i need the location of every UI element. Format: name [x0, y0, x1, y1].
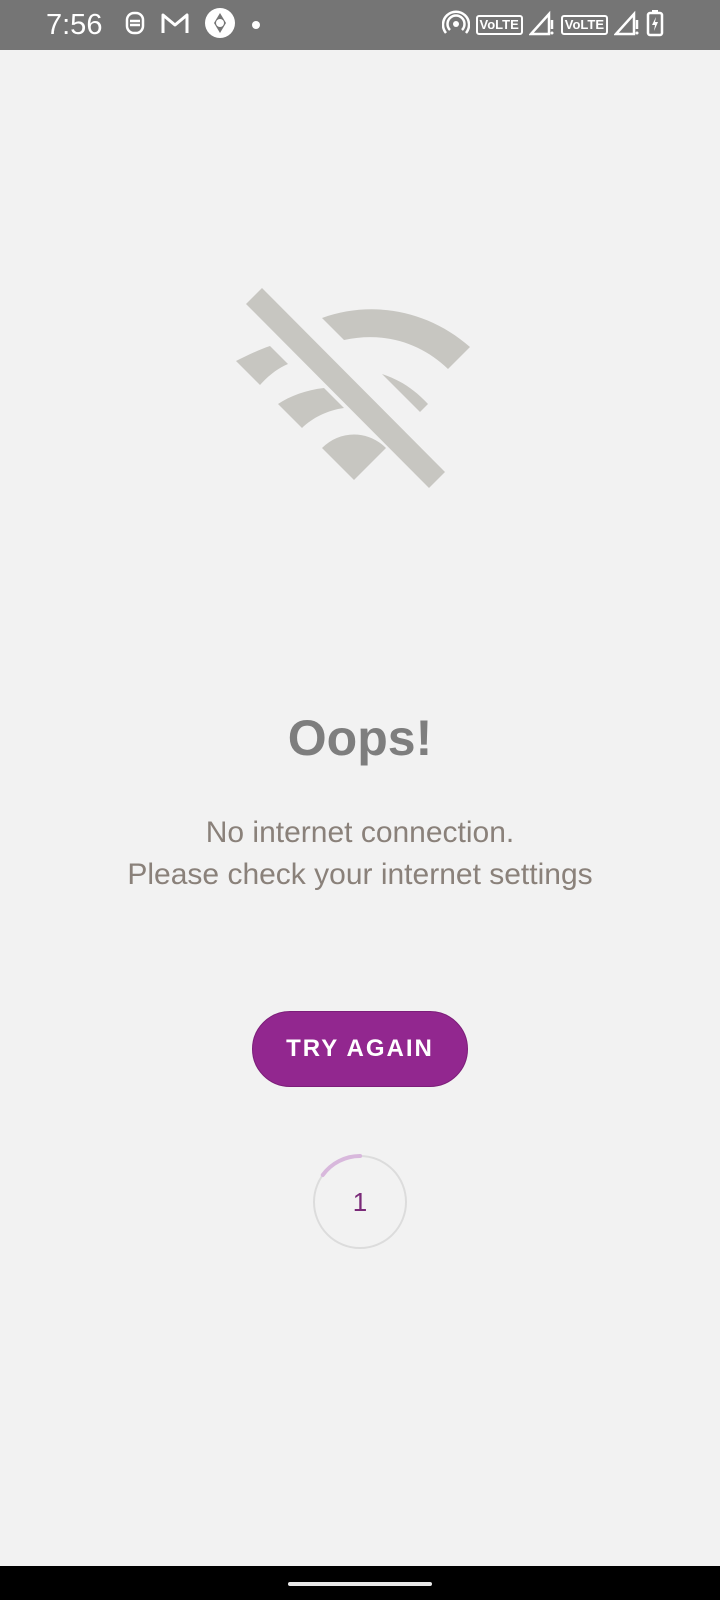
- navigation-bar: [0, 1566, 720, 1600]
- signal-icon: [613, 10, 640, 41]
- gmail-icon: [160, 11, 190, 40]
- retry-countdown: 1: [312, 1154, 408, 1250]
- status-right-icons: VoLTE VoLTE: [441, 9, 665, 42]
- error-title: Oops!: [287, 710, 433, 766]
- camera-app-icon: [204, 7, 236, 44]
- notification-dot-icon: [252, 21, 260, 29]
- status-bar: 7:56 VoLTE VoLTE: [0, 0, 720, 50]
- volte-icon: VoLTE: [475, 15, 523, 35]
- battery-charging-icon: [646, 9, 664, 42]
- status-left-icons: [124, 7, 260, 41]
- assistant-icon: [124, 10, 146, 41]
- countdown-value: 1: [352, 1186, 368, 1217]
- error-message-line: Please check your internet settings: [127, 858, 593, 891]
- hotspot-icon: [441, 9, 470, 42]
- signal-icon: [527, 10, 555, 41]
- error-screen: Oops! No internet connection. Please che…: [0, 50, 720, 1566]
- error-message-line: No internet connection.: [205, 816, 515, 849]
- error-message: No internet connection. Please check you…: [60, 812, 660, 896]
- try-again-button[interactable]: TRY AGAIN: [252, 1011, 468, 1087]
- home-gesture-handle[interactable]: [288, 1582, 432, 1586]
- status-time: 7:56: [46, 9, 103, 41]
- volte-icon: VoLTE: [560, 15, 608, 35]
- wifi-off-icon: [236, 288, 470, 488]
